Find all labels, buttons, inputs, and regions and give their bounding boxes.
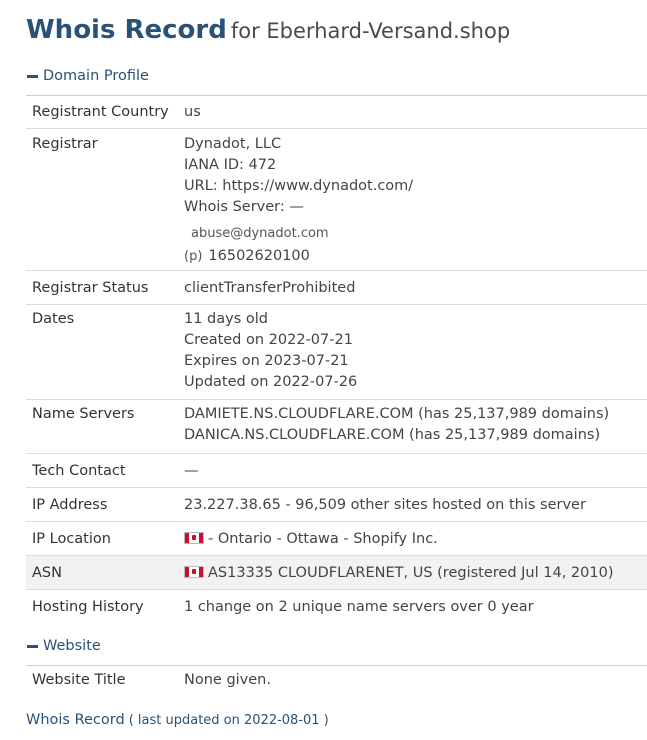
registrar-whois-server: Whois Server: — bbox=[184, 199, 304, 215]
row-label: Registrar bbox=[32, 136, 98, 152]
page-title-domain: for Eberhard-Versand.shop bbox=[230, 19, 511, 43]
name-server-2[interactable]: DANICA.NS.CLOUDFLARE.COM (has 25,137,989… bbox=[184, 425, 647, 446]
row-label: IP Address bbox=[32, 496, 108, 513]
row-tech-contact: Tech Contact — bbox=[26, 454, 647, 488]
domain-age: 11 days old bbox=[184, 311, 268, 327]
row-label: Registrar Status bbox=[32, 279, 149, 296]
row-dates: Dates 11 days old Created on 2022-07-21 … bbox=[26, 305, 647, 400]
phone-prefix: (p) bbox=[184, 249, 203, 264]
row-label: Dates bbox=[32, 311, 75, 327]
last-updated-note: ( last updated on 2022-08-01 ) bbox=[128, 713, 329, 728]
row-ip-location: IP Location - Ontario - Ottawa - Shopify… bbox=[26, 522, 647, 556]
canada-flag-icon bbox=[184, 531, 204, 544]
row-label: ASN bbox=[32, 564, 62, 581]
registrar-name: Dynadot, LLC bbox=[184, 136, 282, 152]
row-label: Registrant Country bbox=[32, 104, 169, 120]
row-ip-address: IP Address 23.227.38.65 - 96,509 other s… bbox=[26, 488, 647, 522]
registrant-country-value: us bbox=[184, 104, 201, 120]
registrar-url[interactable]: URL: https://www.dynadot.com/ bbox=[184, 176, 647, 197]
collapse-minus-icon bbox=[27, 74, 38, 78]
registrar-phone: 16502620100 bbox=[208, 248, 310, 264]
expires-date: Expires on 2023-07-21 bbox=[184, 353, 349, 369]
collapse-minus-icon bbox=[27, 644, 38, 648]
row-name-servers: Name Servers DAMIETE.NS.CLOUDFLARE.COM (… bbox=[26, 400, 647, 454]
row-label: Name Servers bbox=[32, 406, 135, 422]
ip-address-value[interactable]: 23.227.38.65 - 96,509 other sites hosted… bbox=[184, 497, 647, 513]
row-registrar-status: Registrar Status clientTransferProhibite… bbox=[26, 271, 647, 305]
hosting-history-value[interactable]: 1 change on 2 unique name servers over 0… bbox=[184, 599, 647, 615]
registrar-iana: IANA ID: 472 bbox=[184, 157, 277, 173]
ip-location-value: - Ontario - Ottawa - Shopify Inc. bbox=[208, 530, 438, 547]
domain-profile-toggle[interactable]: Domain Profile bbox=[26, 66, 647, 86]
updated-date: Updated on 2022-07-26 bbox=[184, 374, 358, 390]
tech-contact-value: — bbox=[184, 462, 199, 479]
row-label: IP Location bbox=[32, 530, 111, 547]
asn-value: AS13335 CLOUDFLARENET, US (registered Ju… bbox=[208, 564, 614, 581]
row-asn: ASN AS13335 CLOUDFLARENET, US (registere… bbox=[26, 556, 647, 590]
page-title-main: Whois Record bbox=[26, 15, 227, 45]
footer: Whois Record( last updated on 2022-08-01… bbox=[26, 710, 647, 731]
domain-profile-heading: Domain Profile bbox=[43, 68, 149, 84]
canada-flag-icon bbox=[184, 565, 204, 578]
name-server-1[interactable]: DAMIETE.NS.CLOUDFLARE.COM (has 25,137,98… bbox=[184, 404, 647, 425]
row-website-title: Website Title None given. bbox=[26, 666, 647, 694]
page-title: Whois Record for Eberhard-Versand.shop bbox=[26, 10, 647, 48]
website-toggle[interactable]: Website bbox=[26, 636, 647, 656]
row-registrant-country: Registrant Country us bbox=[26, 96, 647, 129]
row-label: Tech Contact bbox=[32, 462, 126, 479]
row-hosting-history: Hosting History 1 change on 2 unique nam… bbox=[26, 590, 647, 623]
row-registrar: Registrar Dynadot, LLC IANA ID: 472 URL:… bbox=[26, 129, 647, 271]
website-heading: Website bbox=[43, 638, 101, 654]
whois-record-link[interactable]: Whois Record bbox=[26, 712, 125, 728]
website-title-value: None given. bbox=[184, 672, 271, 688]
created-date: Created on 2022-07-21 bbox=[184, 332, 353, 348]
row-label: Hosting History bbox=[32, 598, 144, 615]
row-label: Website Title bbox=[32, 672, 126, 688]
registrar-status-value: clientTransferProhibited bbox=[184, 279, 356, 296]
whois-page: Whois Record for Eberhard-Versand.shop Do… bbox=[26, 10, 647, 731]
registrar-abuse-email[interactable]: abuse@dynadot.com bbox=[184, 226, 329, 241]
